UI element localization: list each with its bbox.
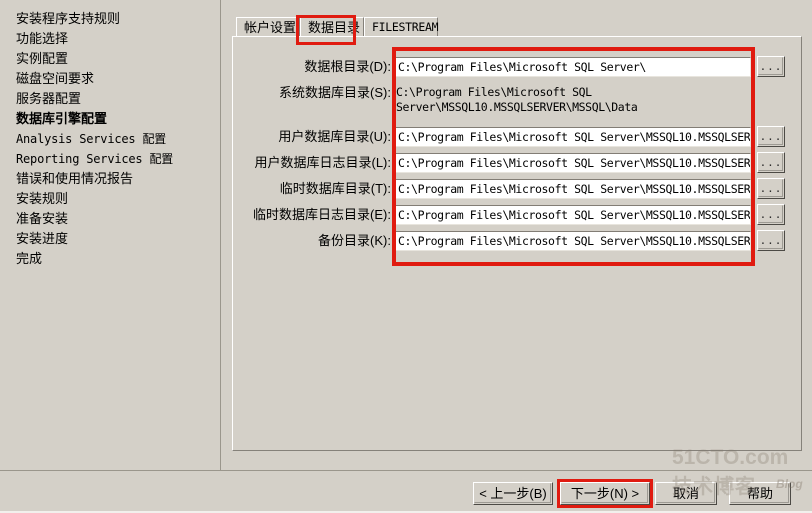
directory-path-input[interactable]: C:\Program Files\Microsoft SQL Server\MS… [395, 205, 751, 225]
field-label: 数据根目录(D): [304, 59, 391, 74]
directory-path-input[interactable]: C:\Program Files\Microsoft SQL Server\MS… [395, 127, 751, 147]
wizard-step-item[interactable]: Analysis Services 配置 [16, 129, 216, 149]
tab-data-directories[interactable]: 数据目录 [300, 17, 364, 37]
directory-path-input[interactable]: C:\Program Files\Microsoft SQL Server\MS… [395, 153, 751, 173]
browse-button[interactable]: ... [757, 178, 785, 199]
wizard-step-item[interactable]: 磁盘空间要求 [16, 69, 216, 89]
content-pane: 帐户设置 数据目录 FILESTREAM 数据根目录(D): C:\Program F… [222, 0, 812, 470]
directory-path-value: C:\Program Files\Microsoft SQL Server\ [398, 60, 646, 74]
field-label: 临时数据库日志目录(E): [253, 207, 391, 222]
wizard-step-item[interactable]: 错误和使用情况报告 [16, 169, 216, 189]
wizard-step-item[interactable]: 服务器配置 [16, 89, 216, 109]
footer-bar: < 上一步(B) 下一步(N) > 取消 帮助 [0, 471, 812, 513]
wizard-step-item[interactable]: 准备安装 [16, 209, 216, 229]
data-directories-tab-page: 数据根目录(D): C:\Program Files\Microsoft SQL … [232, 36, 802, 451]
field-label: 备份目录(K): [318, 233, 391, 248]
wizard-step-item[interactable]: 实例配置 [16, 49, 216, 69]
wizard-step-item[interactable]: 完成 [16, 249, 216, 269]
wizard-step-item[interactable]: Reporting Services 配置 [16, 149, 216, 169]
directory-path-input[interactable]: C:\Program Files\Microsoft SQL Server\ [395, 57, 751, 77]
browse-button[interactable]: ... [757, 152, 785, 173]
directory-path-value: C:\Program Files\Microsoft SQL Server\MS… [398, 182, 751, 196]
tab-account-settings[interactable]: 帐户设置 [236, 17, 300, 37]
next-button[interactable]: 下一步(N) > [560, 482, 650, 505]
directory-path-input[interactable]: C:\Program Files\Microsoft SQL Server\MS… [395, 179, 751, 199]
browse-button[interactable]: ... [757, 230, 785, 251]
directory-path-value: C:\Program Files\Microsoft SQL Server\MS… [398, 234, 751, 248]
wizard-step-item[interactable]: 功能选择 [16, 29, 216, 49]
wizard-step-item[interactable]: 安装程序支持规则 [16, 9, 216, 29]
back-button[interactable]: < 上一步(B) [473, 482, 553, 505]
system-database-directory-value: C:\Program Files\Microsoft SQL Server\MS… [396, 85, 638, 114]
directory-path-value: C:\Program Files\Microsoft SQL Server\MS… [398, 208, 751, 222]
cancel-button[interactable]: 取消 [655, 482, 717, 505]
wizard-step-list: 安装程序支持规则 功能选择 实例配置 磁盘空间要求 服务器配置 数据库引擎配置 Analys… [16, 9, 216, 269]
browse-button[interactable]: ... [757, 56, 785, 77]
wizard-step-item[interactable]: 安装规则 [16, 189, 216, 209]
browse-button[interactable]: ... [757, 126, 785, 147]
help-button[interactable]: 帮助 [729, 482, 791, 505]
directory-path-input[interactable]: C:\Program Files\Microsoft SQL Server\MS… [395, 231, 751, 251]
tab-filestream[interactable]: FILESTREAM [364, 17, 439, 37]
field-label: 临时数据库目录(T): [279, 181, 391, 196]
wizard-step-item[interactable]: 数据库引擎配置 [16, 109, 216, 129]
field-label: 系统数据库目录(S): [279, 85, 391, 100]
browse-button[interactable]: ... [757, 204, 785, 225]
installer-window: 安装程序支持规则 功能选择 实例配置 磁盘空间要求 服务器配置 数据库引擎配置 Analys… [0, 0, 812, 513]
directory-path-value: C:\Program Files\Microsoft SQL Server\MS… [398, 156, 751, 170]
wizard-step-nav-pane: 安装程序支持规则 功能选择 实例配置 磁盘空间要求 服务器配置 数据库引擎配置 Analys… [0, 0, 221, 470]
field-label: 用户数据库日志目录(L): [254, 155, 391, 170]
directory-path-value: C:\Program Files\Microsoft SQL Server\MS… [398, 130, 751, 144]
field-label: 用户数据库目录(U): [278, 129, 391, 144]
wizard-step-item[interactable]: 安装进度 [16, 229, 216, 249]
